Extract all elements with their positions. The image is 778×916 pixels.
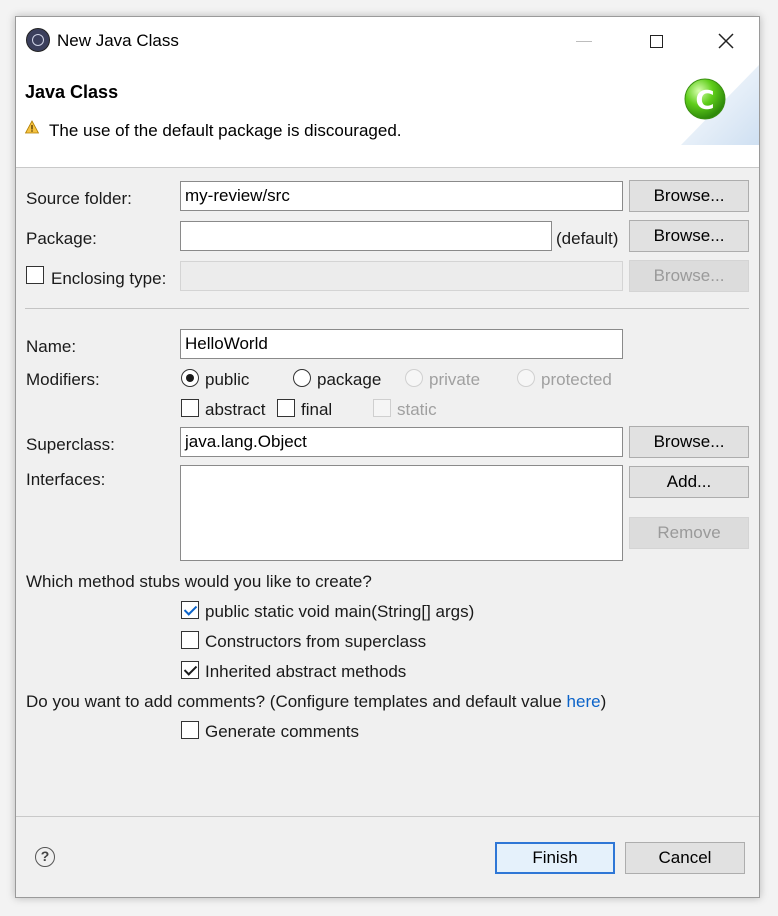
public-radio-label: public bbox=[205, 370, 250, 389]
source-folder-label: Source folder: bbox=[26, 189, 132, 208]
source-folder-browse-button[interactable]: Browse... bbox=[629, 180, 749, 212]
comments-question-suffix: ) bbox=[600, 692, 607, 711]
minimize-button[interactable] bbox=[550, 17, 618, 65]
new-class-c-icon: C bbox=[681, 65, 759, 145]
package-label: Package: bbox=[26, 229, 97, 248]
help-icon[interactable]: ? bbox=[35, 847, 55, 867]
enclosing-type-checkbox[interactable] bbox=[26, 266, 44, 284]
private-radio-label: private bbox=[429, 370, 481, 389]
configure-templates-link[interactable]: here bbox=[567, 692, 601, 711]
maximize-icon bbox=[649, 34, 663, 48]
enclosing-type-browse-button[interactable]: Browse... bbox=[629, 260, 749, 292]
eclipse-icon bbox=[26, 28, 50, 52]
close-button[interactable] bbox=[692, 17, 760, 65]
inherited-abstract-label: Inherited abstract methods bbox=[205, 662, 407, 681]
interfaces-add-button[interactable]: Add... bbox=[629, 466, 749, 498]
warning-icon bbox=[25, 120, 39, 134]
superclass-browse-button[interactable]: Browse... bbox=[629, 426, 749, 458]
maximize-button[interactable] bbox=[622, 17, 690, 65]
package-default-label: (default) bbox=[556, 229, 619, 248]
private-radio[interactable] bbox=[405, 369, 423, 387]
modifiers-label: Modifiers: bbox=[26, 370, 100, 389]
header-message: The use of the default package is discou… bbox=[49, 121, 402, 140]
protected-radio[interactable] bbox=[517, 369, 535, 387]
constructors-checkbox[interactable] bbox=[181, 631, 199, 649]
name-field[interactable]: HelloWorld bbox=[180, 329, 623, 359]
comments-question: Do you want to add comments? (Configure … bbox=[26, 692, 606, 712]
main-method-checkbox[interactable] bbox=[181, 601, 199, 619]
constructors-label: Constructors from superclass bbox=[205, 632, 427, 651]
wizard-header: Java Class The use of the default packag… bbox=[16, 65, 759, 168]
static-checkbox[interactable] bbox=[373, 399, 391, 417]
page-title: Java Class bbox=[25, 82, 119, 102]
finish-button[interactable]: Finish bbox=[495, 842, 615, 874]
public-radio[interactable] bbox=[181, 369, 199, 387]
name-label: Name: bbox=[26, 337, 77, 356]
abstract-label: abstract bbox=[205, 400, 266, 419]
interfaces-label: Interfaces: bbox=[26, 470, 106, 489]
final-label: final bbox=[301, 400, 333, 419]
source-folder-field[interactable]: my-review/src bbox=[180, 181, 623, 211]
static-label: static bbox=[397, 400, 437, 419]
inherited-abstract-checkbox[interactable] bbox=[181, 661, 199, 679]
interfaces-remove-button[interactable]: Remove bbox=[629, 517, 749, 549]
main-method-label: public static void main(String[] args) bbox=[205, 602, 475, 621]
package-radio-label: package bbox=[317, 370, 382, 389]
separator bbox=[25, 308, 749, 309]
cancel-button[interactable]: Cancel bbox=[625, 842, 745, 874]
enclosing-type-field[interactable] bbox=[180, 261, 623, 291]
close-icon bbox=[718, 33, 734, 49]
package-radio[interactable] bbox=[293, 369, 311, 387]
superclass-field[interactable]: java.lang.Object bbox=[180, 427, 623, 457]
interfaces-list[interactable] bbox=[180, 465, 623, 561]
title-bar: New Java Class bbox=[16, 17, 759, 65]
window-title: New Java Class bbox=[57, 31, 179, 50]
footer-separator bbox=[16, 816, 759, 817]
package-browse-button[interactable]: Browse... bbox=[629, 220, 749, 252]
package-field[interactable] bbox=[180, 221, 552, 251]
generate-comments-label: Generate comments bbox=[205, 722, 360, 741]
minimize-icon bbox=[576, 40, 592, 42]
protected-radio-label: protected bbox=[541, 370, 612, 389]
method-stubs-question: Which method stubs would you like to cre… bbox=[26, 572, 372, 591]
superclass-label: Superclass: bbox=[26, 435, 115, 454]
final-checkbox[interactable] bbox=[277, 399, 295, 417]
generate-comments-checkbox[interactable] bbox=[181, 721, 199, 739]
enclosing-type-label: Enclosing type: bbox=[51, 269, 167, 288]
svg-text:C: C bbox=[695, 86, 714, 116]
abstract-checkbox[interactable] bbox=[181, 399, 199, 417]
comments-question-text: Do you want to add comments? (Configure … bbox=[26, 692, 567, 711]
new-java-class-dialog: New Java Class Java Class The use of the… bbox=[15, 16, 760, 898]
